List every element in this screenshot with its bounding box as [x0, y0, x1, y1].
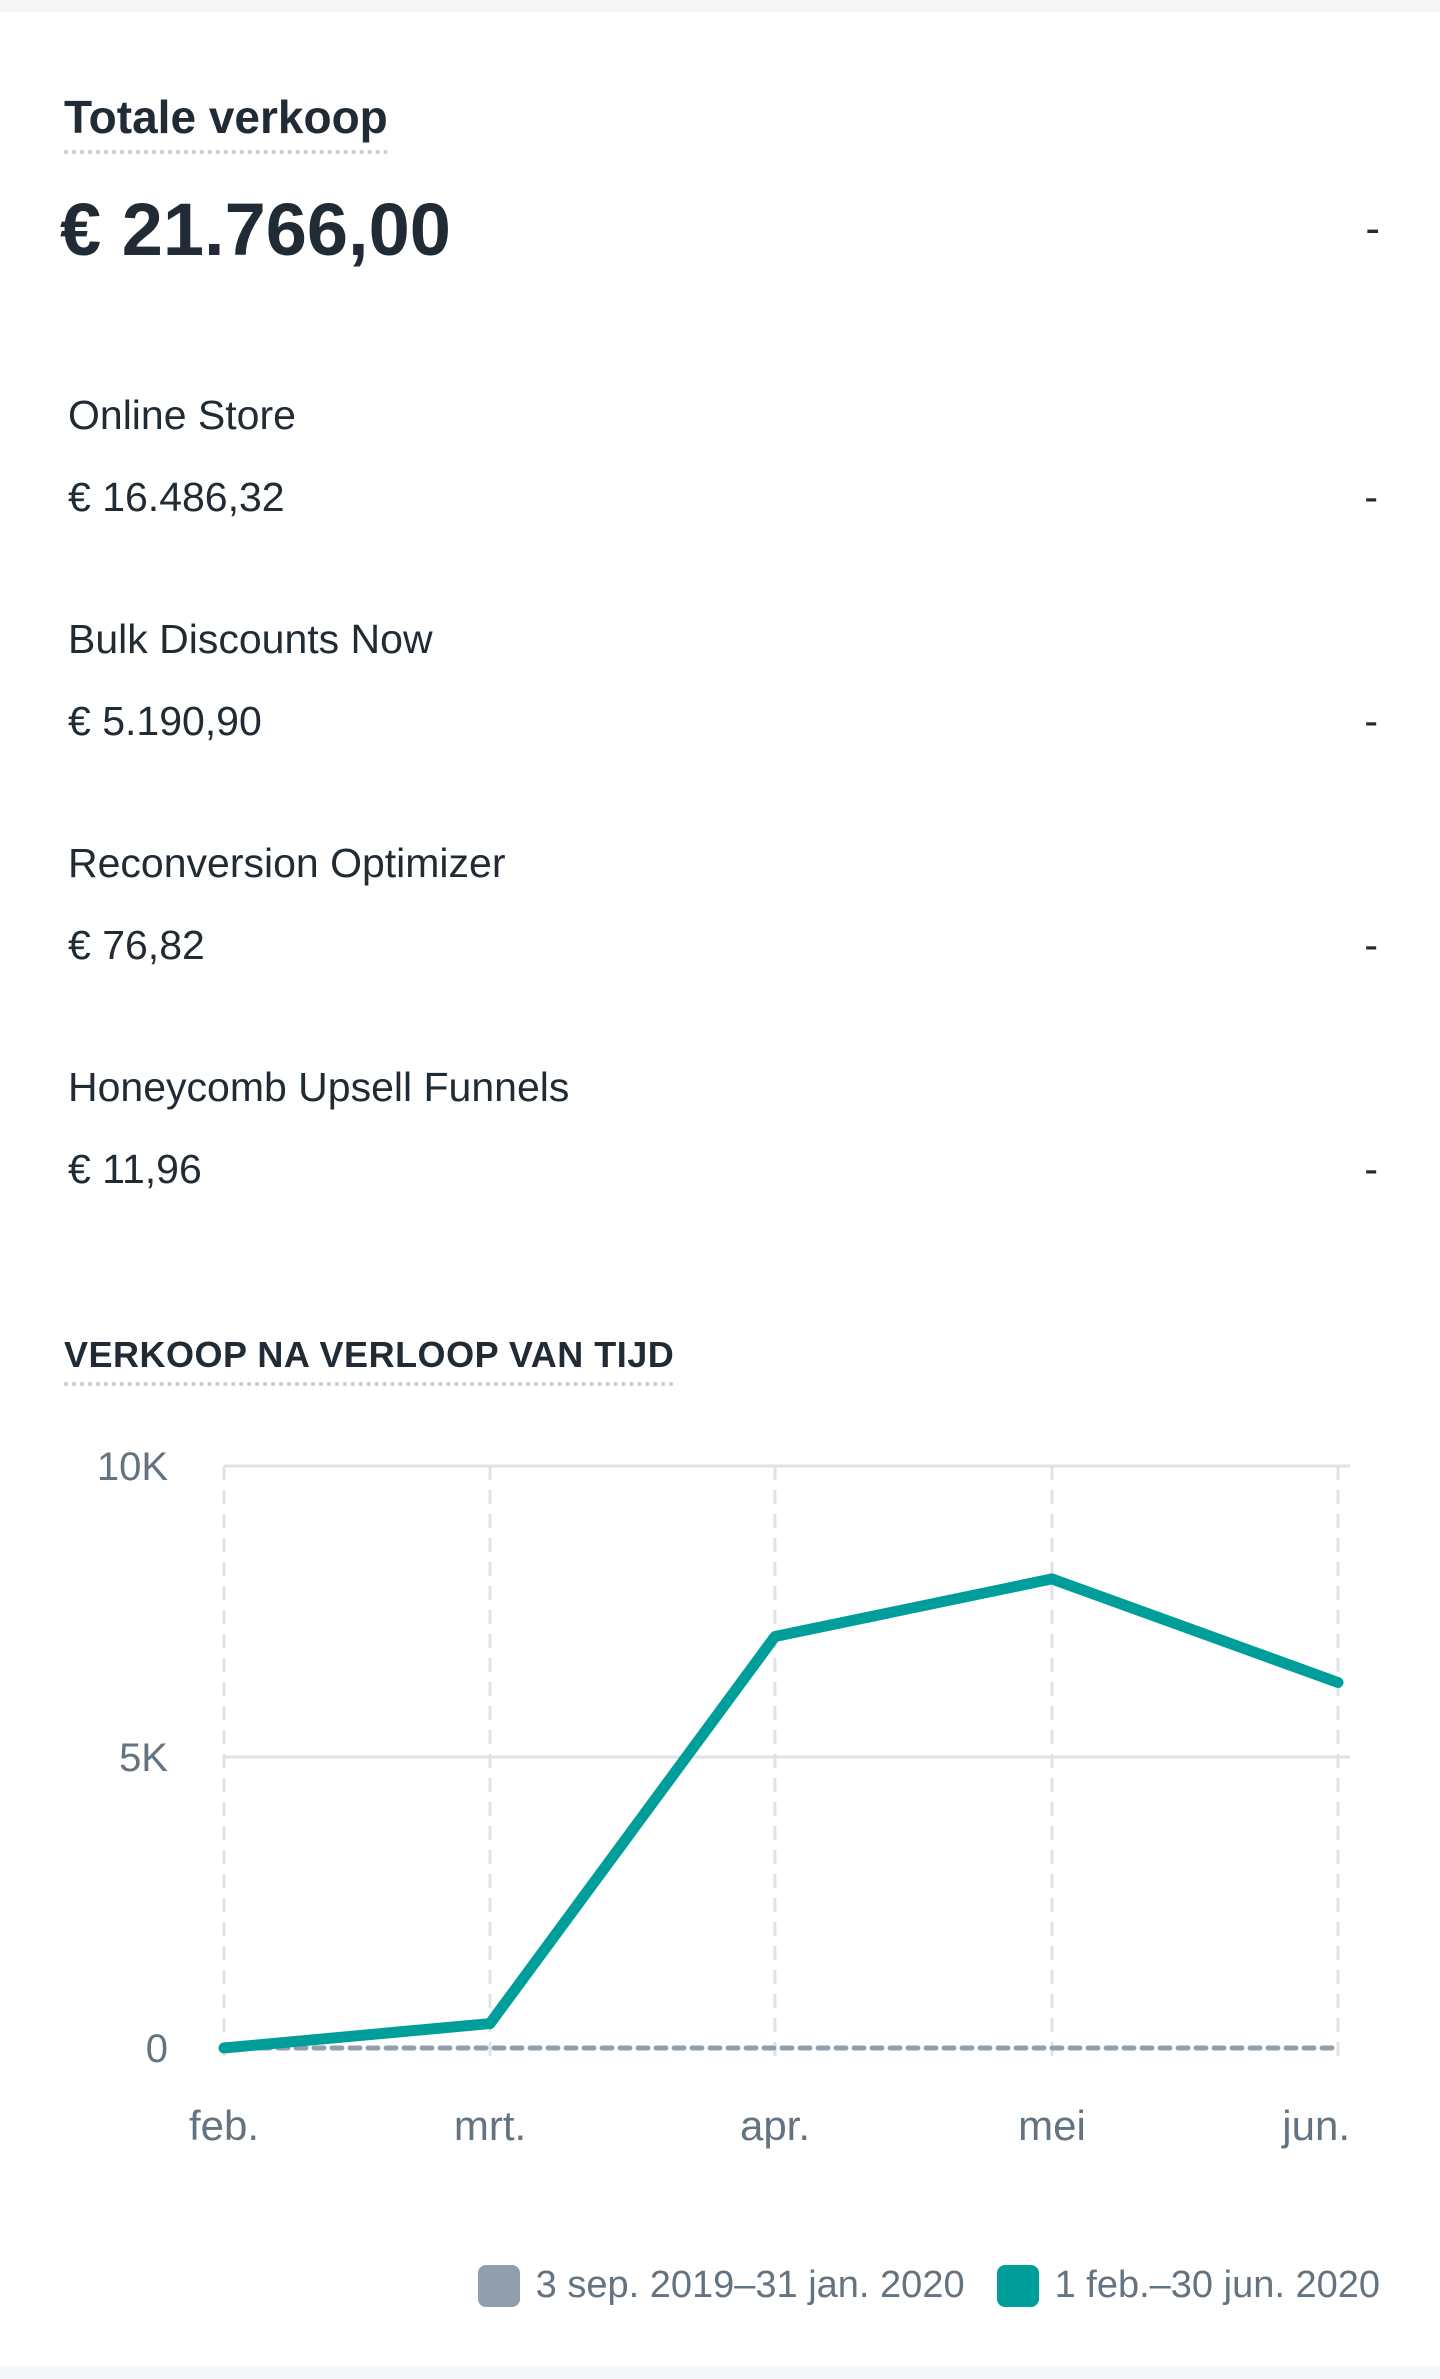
channel-name: Online Store [68, 392, 296, 438]
sales-card: Totale verkoop € 21.766,00 - Online Stor… [0, 12, 1440, 2366]
channel-change: - [1364, 922, 1378, 968]
legend-item-current-period[interactable]: 1 feb.–30 jun. 2020 [996, 2264, 1380, 2307]
legend-swatch [477, 2264, 520, 2307]
x-tick-label: feb. [189, 2102, 259, 2149]
channel-change: - [1364, 474, 1378, 520]
y-tick-label: 0 [146, 2027, 168, 2071]
legend-label: 1 feb.–30 jun. 2020 [1054, 2264, 1380, 2306]
channel-value: € 16.486,32 [68, 474, 285, 520]
channel-change: - [1364, 698, 1378, 744]
legend-item-previous-period[interactable]: 3 sep. 2019–31 jan. 2020 [477, 2264, 965, 2307]
channel-value: € 5.190,90 [68, 698, 262, 744]
legend-swatch [996, 2264, 1039, 2307]
legend-label: 3 sep. 2019–31 jan. 2020 [535, 2264, 965, 2306]
series-line-current-period [218, 1573, 1344, 2054]
total-sales-change: - [1365, 204, 1380, 253]
x-tick-label: mrt. [454, 2102, 526, 2149]
channel-value: € 76,82 [68, 922, 205, 968]
total-sales-title[interactable]: Totale verkoop [64, 90, 388, 154]
chart-legend: 3 sep. 2019–31 jan. 2020 1 feb.–30 jun. … [446, 2264, 1380, 2307]
y-tick-label: 10K [97, 1445, 168, 1489]
y-tick-label: 5K [119, 1736, 168, 1780]
channel-name: Honeycomb Upsell Funnels [68, 1064, 570, 1110]
channel-name: Bulk Discounts Now [68, 616, 433, 662]
x-tick-label: mei [1018, 2102, 1086, 2149]
chart-title[interactable]: VERKOOP NA VERLOOP VAN TIJD [64, 1334, 675, 1386]
total-sales-value: € 21.766,00 [60, 188, 451, 271]
x-tick-label: apr. [740, 2102, 810, 2149]
channel-value: € 11,96 [68, 1146, 202, 1192]
sales-over-time-chart: 0 5K 10K feb. mrt. apr. mei jun. [97, 1445, 1350, 2149]
channel-name: Reconversion Optimizer [68, 840, 506, 886]
x-tick-label: jun. [1280, 2102, 1350, 2149]
channel-change: - [1364, 1146, 1378, 1192]
